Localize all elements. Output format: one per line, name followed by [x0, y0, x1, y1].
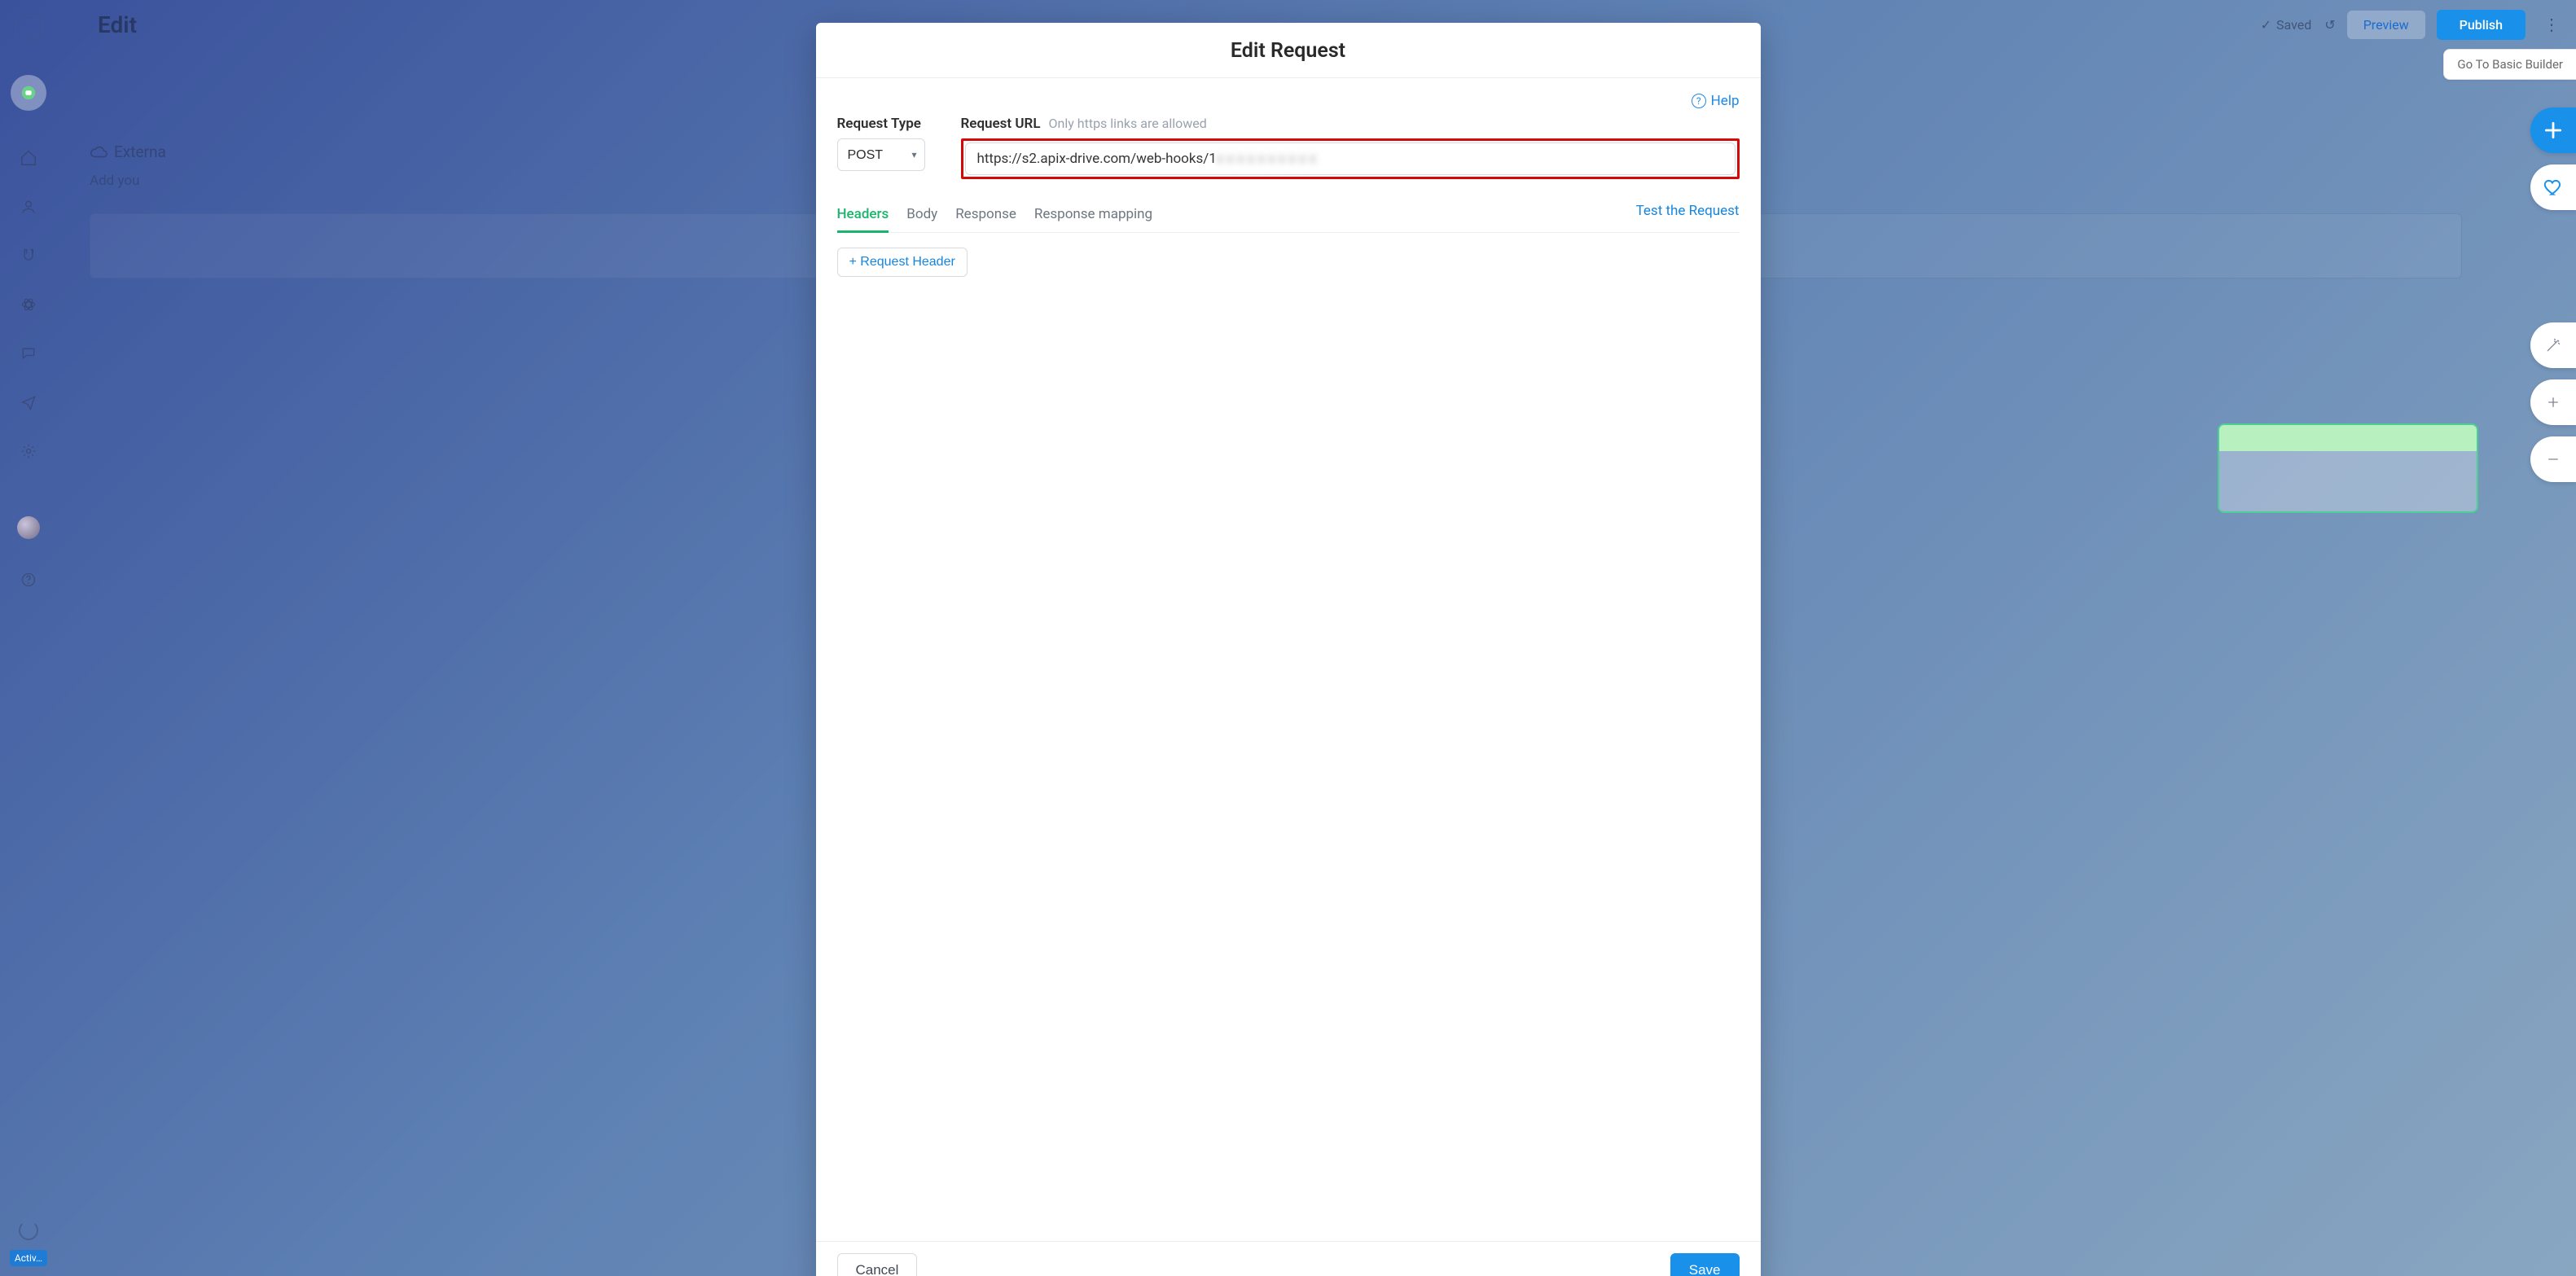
- send-icon[interactable]: [12, 386, 45, 419]
- user-icon[interactable]: [12, 191, 45, 223]
- request-url-label: Request URL: [961, 116, 1041, 132]
- flow-step-card[interactable]: [2218, 423, 2478, 513]
- help-icon: ?: [1692, 94, 1706, 108]
- request-url-hint: Only https links are allowed: [1049, 116, 1207, 131]
- cancel-button[interactable]: Cancel: [837, 1253, 918, 1276]
- help-link[interactable]: ? Help: [1692, 93, 1740, 109]
- goto-basic-builder-chip[interactable]: Go To Basic Builder: [2443, 49, 2576, 80]
- modal-header: Edit Request: [816, 23, 1761, 78]
- modal-footer: Cancel Save: [816, 1241, 1761, 1276]
- request-type-select[interactable]: POST: [837, 138, 925, 171]
- zoom-in-button[interactable]: [2530, 379, 2576, 425]
- more-menu-icon[interactable]: ⋮: [2537, 11, 2566, 37]
- saved-label: Saved: [2276, 17, 2311, 33]
- bot-avatar-icon[interactable]: [11, 75, 46, 111]
- saved-indicator: ✓ Saved ↺: [2261, 17, 2336, 33]
- check-icon: ✓: [2261, 17, 2271, 33]
- modal-body: ? Help Request Type POST Request URL Onl…: [816, 78, 1761, 1241]
- request-url-highlight: https://s2.apix-drive.com/web-hooks/1x x…: [961, 138, 1740, 179]
- activation-badge[interactable]: Activ…: [10, 1250, 47, 1266]
- right-float-tools: Go To Basic Builder: [2443, 49, 2576, 482]
- add-request-header-button[interactable]: + Request Header: [837, 248, 968, 277]
- help-label: Help: [1711, 93, 1740, 109]
- external-label: Externa: [114, 143, 166, 161]
- preview-button[interactable]: Preview: [2347, 11, 2425, 39]
- request-url-value: https://s2.apix-drive.com/web-hooks/1: [977, 151, 1217, 167]
- tab-headers[interactable]: Headers: [837, 198, 889, 233]
- request-url-redacted: x x x x x x x x x x: [1217, 151, 1316, 167]
- modal-title: Edit Request: [816, 39, 1761, 63]
- settings-icon[interactable]: [12, 435, 45, 467]
- cloud-icon: [90, 143, 108, 161]
- favorite-button[interactable]: [2530, 164, 2576, 210]
- save-button[interactable]: Save: [1670, 1253, 1740, 1276]
- loading-spinner-icon: [19, 1221, 38, 1240]
- tab-content-headers: + Request Header: [837, 233, 1740, 292]
- magic-wand-button[interactable]: [2530, 322, 2576, 368]
- undo-icon[interactable]: ↺: [2324, 17, 2335, 33]
- user-avatar[interactable]: [17, 516, 40, 539]
- request-type-label: Request Type: [837, 116, 921, 132]
- left-rail: Activ…: [0, 0, 57, 1276]
- magnet-icon[interactable]: [12, 239, 45, 272]
- atom-icon[interactable]: [12, 288, 45, 321]
- page-title: Edit: [98, 11, 137, 38]
- zoom-out-button[interactable]: [2530, 436, 2576, 482]
- add-button[interactable]: [2530, 107, 2576, 153]
- edit-request-modal: Edit Request ? Help Request Type POST: [816, 23, 1761, 1276]
- tab-response[interactable]: Response: [955, 198, 1016, 233]
- tabs-row: Headers Body Response Response mapping T…: [837, 197, 1740, 233]
- request-url-input[interactable]: https://s2.apix-drive.com/web-hooks/1x x…: [965, 143, 1736, 175]
- tab-body[interactable]: Body: [906, 198, 937, 233]
- chat-icon[interactable]: [12, 337, 45, 370]
- home-icon[interactable]: [12, 142, 45, 174]
- request-type-select-wrap[interactable]: POST: [837, 138, 925, 171]
- publish-button[interactable]: Publish: [2437, 10, 2526, 40]
- tab-response-mapping[interactable]: Response mapping: [1034, 198, 1152, 233]
- help-circle-icon[interactable]: [12, 563, 45, 596]
- test-request-link[interactable]: Test the Request: [1636, 203, 1740, 227]
